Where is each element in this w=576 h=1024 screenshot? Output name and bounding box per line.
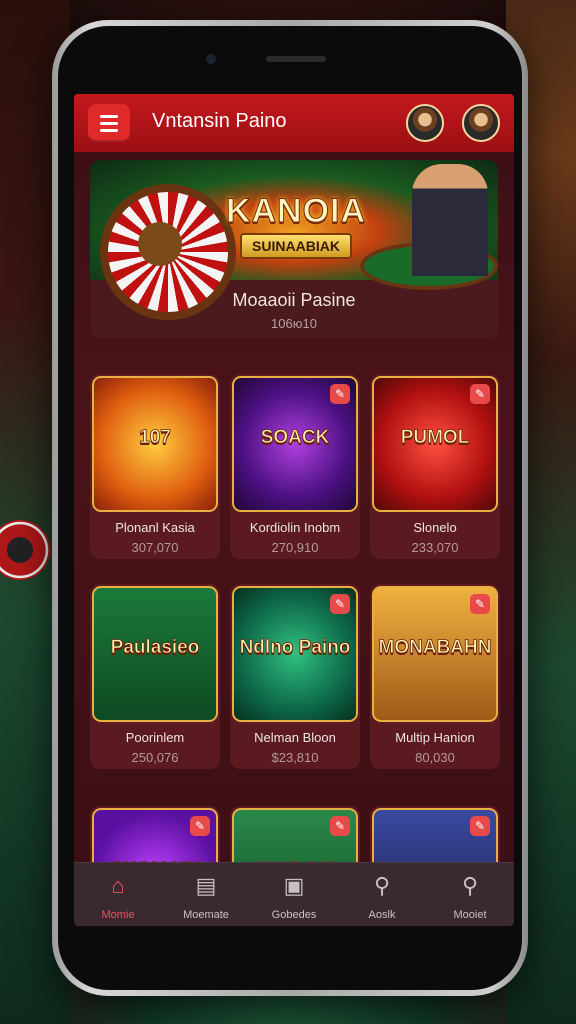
game-players: 250,076 — [131, 750, 179, 765]
nav-messages[interactable]: ▤ Moemate — [162, 863, 250, 926]
app-title: Vntansin Paino — [152, 110, 287, 132]
app-screen: Vntansin Paino KANOIA SUINAABIAK Moaaoii… — [74, 94, 514, 926]
game-title: Nelman Bloon — [254, 730, 336, 745]
front-camera — [206, 54, 216, 64]
game-logo: Paulasieo — [110, 637, 200, 659]
game-players: 307,070 — [131, 540, 179, 555]
nav-label: Gobedes — [271, 909, 317, 921]
banner-subtitle: 106ю10 — [271, 316, 317, 331]
game-thumbnail: Ndlno Paino ✎ — [232, 586, 358, 722]
game-players: 270,910 — [271, 540, 319, 555]
game-card[interactable]: Ndlno Paino ✎ Nelman Bloon $23,810 — [230, 584, 360, 769]
game-card[interactable]: SOACK ✎ Kordiolin Inobm 270,910 — [230, 374, 360, 559]
nav-more[interactable]: ⚲ Mooiet — [426, 863, 514, 926]
game-card[interactable]: MONABAHN ✎ Multip Hanion 80,030 — [370, 584, 500, 769]
dealer-figure — [412, 164, 488, 276]
banner-title: Moaaoii Pasine — [232, 290, 356, 310]
nav-games[interactable]: ▣ Gobedes — [250, 863, 338, 926]
phone-frame: Vntansin Paino KANOIA SUINAABIAK Moaaoii… — [52, 20, 528, 996]
nav-label: Aoslk — [368, 909, 396, 921]
banner-logo-sub: SUINAABIAK — [240, 233, 352, 259]
game-title: Kordiolin Inobm — [249, 520, 341, 535]
menu-button[interactable] — [88, 104, 130, 142]
avatar[interactable] — [406, 104, 444, 142]
game-card[interactable]: 107 Plonanl Kasia 307,070 — [90, 374, 220, 559]
game-card[interactable]: Paulasieo Poorinlem 250,076 — [90, 584, 220, 769]
favorite-icon[interactable]: ✎ — [330, 816, 350, 836]
featured-banner[interactable]: KANOIA SUINAABIAK Moaaoii Pasine 106ю10 — [90, 160, 498, 338]
favorite-icon[interactable]: ✎ — [330, 384, 350, 404]
banner-logo-main: KANOIA — [225, 192, 367, 231]
box-icon: ▣ — [283, 873, 305, 898]
game-title: Plonanl Kasia — [115, 520, 195, 535]
banner-logo: KANOIA SUINAABIAK — [212, 174, 380, 259]
game-title: Multip Hanion — [395, 730, 475, 745]
nav-label: Mooiet — [453, 909, 487, 921]
favorite-icon[interactable]: ✎ — [190, 816, 210, 836]
game-logo: 107 — [139, 427, 172, 449]
home-icon: ⌂ — [111, 873, 125, 898]
nav-search[interactable]: ⚲ Aoslk — [338, 863, 426, 926]
game-players: 233,070 — [411, 540, 459, 555]
search-icon: ⚲ — [461, 873, 479, 898]
game-players: $23,810 — [271, 750, 319, 765]
hamburger-icon-line — [100, 129, 118, 132]
nav-label: Momie — [101, 909, 135, 921]
hamburger-icon — [100, 115, 118, 118]
bottom-nav: ⌂ Momie ▤ Moemate ▣ Gobedes ⚲ Aoslk ⚲ Mo… — [74, 862, 514, 926]
game-thumbnail: 107 — [92, 376, 218, 512]
banner-image: KANOIA SUINAABIAK — [90, 160, 498, 320]
game-players: 80,030 — [415, 750, 455, 765]
avatar[interactable] — [462, 104, 500, 142]
game-logo: SOACK — [260, 427, 330, 449]
game-thumbnail: SOACK ✎ — [232, 376, 358, 512]
game-card[interactable]: PUMOL ✎ Slonelo 233,070 — [370, 374, 500, 559]
favorite-icon[interactable]: ✎ — [470, 384, 490, 404]
game-logo: MONABAHN — [378, 637, 492, 659]
game-logo: Ndlno Paino — [239, 637, 351, 659]
top-bar: Vntansin Paino — [74, 94, 514, 152]
game-logo: PUMOL — [400, 427, 470, 449]
game-thumbnail: MONABAHN ✎ — [372, 586, 498, 722]
search-icon: ⚲ — [373, 873, 391, 898]
nav-home[interactable]: ⌂ Momie — [74, 863, 162, 926]
favorite-icon[interactable]: ✎ — [470, 816, 490, 836]
hamburger-icon-line — [100, 122, 118, 125]
game-title: Slonelo — [413, 520, 457, 535]
favorite-icon[interactable]: ✎ — [470, 594, 490, 614]
phone-bezel: Vntansin Paino KANOIA SUINAABIAK Moaaoii… — [58, 26, 522, 990]
nav-label: Moemate — [183, 909, 229, 921]
chat-icon: ▤ — [195, 873, 217, 898]
game-thumbnail: PUMOL ✎ — [372, 376, 498, 512]
favorite-icon[interactable]: ✎ — [330, 594, 350, 614]
speaker-grille — [266, 56, 326, 62]
game-title: Poorinlem — [125, 730, 185, 745]
game-thumbnail: Paulasieo — [92, 586, 218, 722]
